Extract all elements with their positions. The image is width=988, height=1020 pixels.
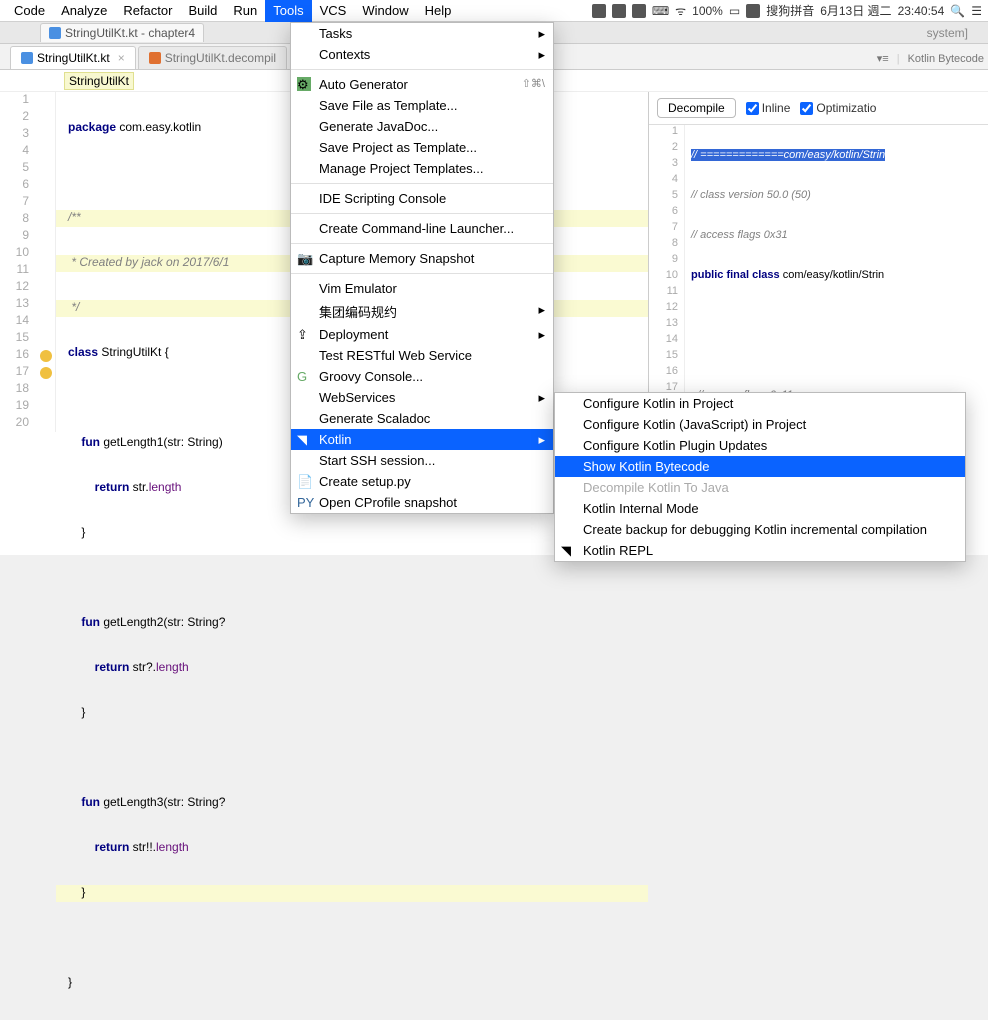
mi-gen-javadoc[interactable]: Generate JavaDoc... <box>291 116 553 137</box>
mi-mem-snapshot[interactable]: 📷Capture Memory Snapshot <box>291 248 553 269</box>
mi-cfg-kotlin-project[interactable]: Configure Kotlin in Project <box>555 393 965 414</box>
decompile-button[interactable]: Decompile <box>657 98 736 118</box>
pin-icon[interactable]: ▾≡ <box>877 52 889 65</box>
gutter: 1234567891011121314151617181920 <box>0 92 56 432</box>
mi-decompile-to-java: Decompile Kotlin To Java <box>555 477 965 498</box>
menu-build[interactable]: Build <box>180 0 225 22</box>
mi-manage-templates[interactable]: Manage Project Templates... <box>291 158 553 179</box>
optimization-checkbox[interactable]: Optimizatio <box>800 101 876 115</box>
menu-help[interactable]: Help <box>417 0 460 22</box>
intention-bulb-icon[interactable] <box>40 350 52 362</box>
tray-icon <box>612 4 626 18</box>
tools-menu: Tasks Contexts ⚙Auto Generator⇧⌘\ Save F… <box>290 22 554 514</box>
kotlin-file-icon <box>21 52 33 64</box>
mi-tasks[interactable]: Tasks <box>291 23 553 44</box>
battery-icon: ▭ <box>729 4 740 18</box>
ime-label: 搜狗拼音 <box>766 2 814 19</box>
mi-scaladoc[interactable]: Generate Scaladoc <box>291 408 553 429</box>
tab-stringutil[interactable]: StringUtilKt.kt × <box>10 46 136 69</box>
tray-icon <box>746 4 760 18</box>
mi-save-template[interactable]: Save File as Template... <box>291 95 553 116</box>
mi-ide-scripting[interactable]: IDE Scripting Console <box>291 188 553 209</box>
tray-icon <box>632 4 646 18</box>
groovy-icon: G <box>297 369 311 383</box>
python-icon: PY <box>297 495 311 509</box>
mi-jituan[interactable]: 集团编码规约 <box>291 299 553 324</box>
menu-vcs[interactable]: VCS <box>312 0 355 22</box>
window-tab[interactable]: StringUtilKt.kt - chapter4 <box>40 23 204 42</box>
kotlin-file-icon <box>49 27 61 39</box>
deploy-icon: ⇪ <box>297 327 311 341</box>
mi-contexts[interactable]: Contexts <box>291 44 553 65</box>
mi-rest[interactable]: Test RESTful Web Service <box>291 345 553 366</box>
tab-decompiled[interactable]: StringUtilKt.decompil <box>138 46 287 69</box>
tab-label: StringUtilKt.decompil <box>165 51 276 65</box>
intention-bulb-icon[interactable] <box>40 367 52 379</box>
panel-title: Kotlin Bytecode <box>908 53 984 65</box>
mi-cmd-launcher[interactable]: Create Command-line Launcher... <box>291 218 553 239</box>
mi-groovy[interactable]: GGroovy Console... <box>291 366 553 387</box>
mi-show-bytecode[interactable]: Show Kotlin Bytecode <box>555 456 965 477</box>
menu-code[interactable]: Code <box>6 0 53 22</box>
kotlin-icon: ◥ <box>297 432 311 446</box>
window-tab-label: StringUtilKt.kt - chapter4 <box>65 26 195 40</box>
mi-cprofile[interactable]: PYOpen CProfile snapshot <box>291 492 553 513</box>
battery-pct: 100% <box>692 4 723 18</box>
breadcrumb-class[interactable]: StringUtilKt <box>64 72 134 90</box>
menu-tools[interactable]: Tools <box>265 0 311 22</box>
wifi-icon: ⌨ <box>652 4 669 18</box>
menu-refactor[interactable]: Refactor <box>115 0 180 22</box>
mi-kotlin-repl[interactable]: ◥Kotlin REPL <box>555 540 965 561</box>
mi-kotlin[interactable]: ◥Kotlin <box>291 429 553 450</box>
tray-icon <box>592 4 606 18</box>
bytecode-toolbar: Decompile Inline Optimizatio <box>649 92 988 125</box>
mi-ssh[interactable]: Start SSH session... <box>291 450 553 471</box>
mi-auto-generator[interactable]: ⚙Auto Generator⇧⌘\ <box>291 74 553 95</box>
mi-save-proj-template[interactable]: Save Project as Template... <box>291 137 553 158</box>
tab-label: StringUtilKt.kt <box>37 51 110 65</box>
mi-vim[interactable]: Vim Emulator <box>291 278 553 299</box>
mi-create-backup[interactable]: Create backup for debugging Kotlin incre… <box>555 519 965 540</box>
close-icon[interactable]: × <box>118 51 125 65</box>
window-tab-label: system] <box>927 26 988 40</box>
camera-icon: 📷 <box>297 251 311 265</box>
menu-icon[interactable]: ☰ <box>971 4 982 18</box>
mi-internal-mode[interactable]: Kotlin Internal Mode <box>555 498 965 519</box>
menu-window[interactable]: Window <box>354 0 416 22</box>
search-icon[interactable]: 🔍 <box>950 4 965 18</box>
mi-cfg-kotlin-updates[interactable]: Configure Kotlin Plugin Updates <box>555 435 965 456</box>
date-label: 6月13日 週二 <box>820 2 891 19</box>
status-tray: ⌨ ᯤ 100% ▭ 搜狗拼音 6月13日 週二 23:40:54 🔍 ☰ <box>592 2 982 19</box>
menubar: Code Analyze Refactor Build Run Tools VC… <box>0 0 988 22</box>
mi-setup[interactable]: 📄Create setup.py <box>291 471 553 492</box>
kotlin-submenu: Configure Kotlin in Project Configure Ko… <box>554 392 966 562</box>
mi-webservices[interactable]: WebServices <box>291 387 553 408</box>
java-file-icon <box>149 52 161 64</box>
mi-deployment[interactable]: ⇪Deployment <box>291 324 553 345</box>
python-icon: 📄 <box>297 474 311 488</box>
inline-checkbox[interactable]: Inline <box>746 101 791 115</box>
gear-icon: ⚙ <box>297 77 311 91</box>
time-label: 23:40:54 <box>898 4 945 18</box>
menu-analyze[interactable]: Analyze <box>53 0 115 22</box>
mi-cfg-kotlin-js[interactable]: Configure Kotlin (JavaScript) in Project <box>555 414 965 435</box>
wifi-icon: ᯤ <box>675 2 686 19</box>
menu-run[interactable]: Run <box>225 0 265 22</box>
bytecode-gutter: 123456789101112131415161718 <box>649 125 685 413</box>
